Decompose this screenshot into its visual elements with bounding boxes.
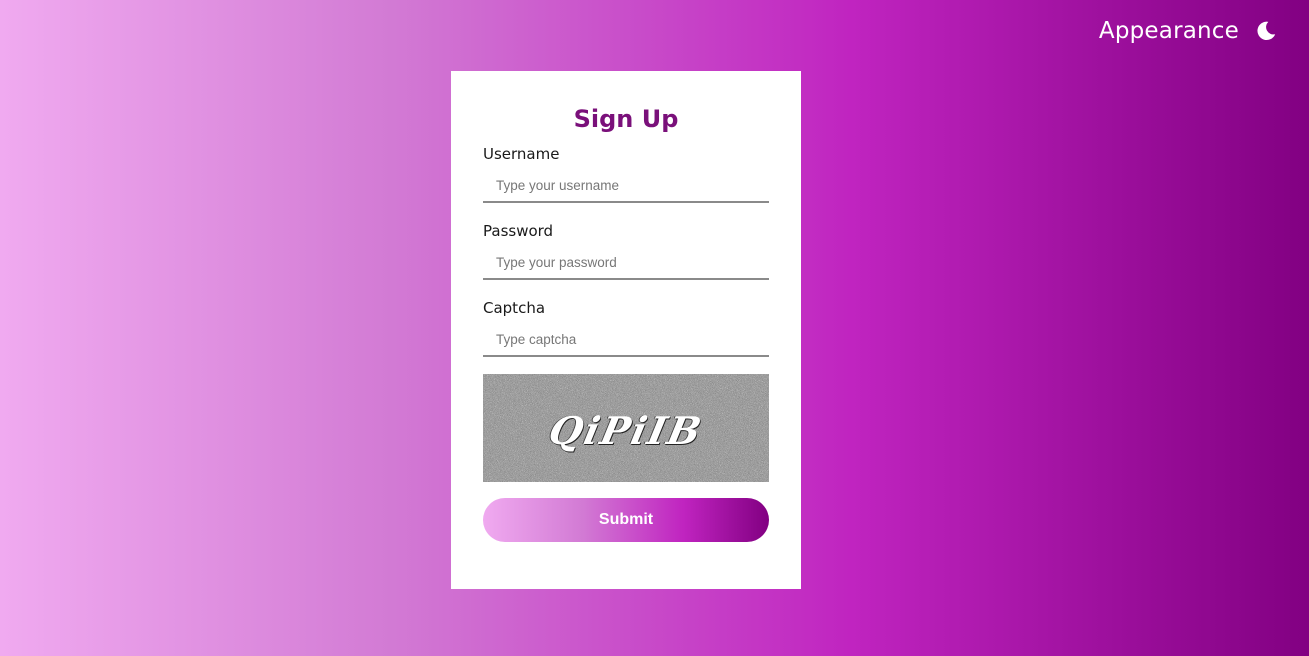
signup-card: Sign Up Username Password Captcha — [451, 71, 801, 589]
captcha-input[interactable] — [483, 323, 769, 357]
captcha-image: QiPiIB — [483, 374, 769, 482]
password-label: Password — [483, 222, 554, 240]
captcha-label: Captcha — [483, 299, 546, 317]
submit-button[interactable]: Submit — [483, 498, 769, 542]
password-input[interactable] — [483, 246, 769, 280]
username-label: Username — [483, 145, 560, 163]
captcha-field-group: Captcha — [483, 299, 769, 357]
appearance-label: Appearance — [1098, 18, 1239, 44]
page-title: Sign Up — [573, 105, 679, 133]
captcha-image-text: QiPiIB — [544, 408, 708, 453]
password-field-group: Password — [483, 222, 769, 280]
username-input[interactable] — [483, 169, 769, 203]
moon-icon[interactable] — [1253, 18, 1279, 44]
username-field-group: Username — [483, 145, 769, 203]
top-bar: Appearance — [1099, 18, 1279, 44]
